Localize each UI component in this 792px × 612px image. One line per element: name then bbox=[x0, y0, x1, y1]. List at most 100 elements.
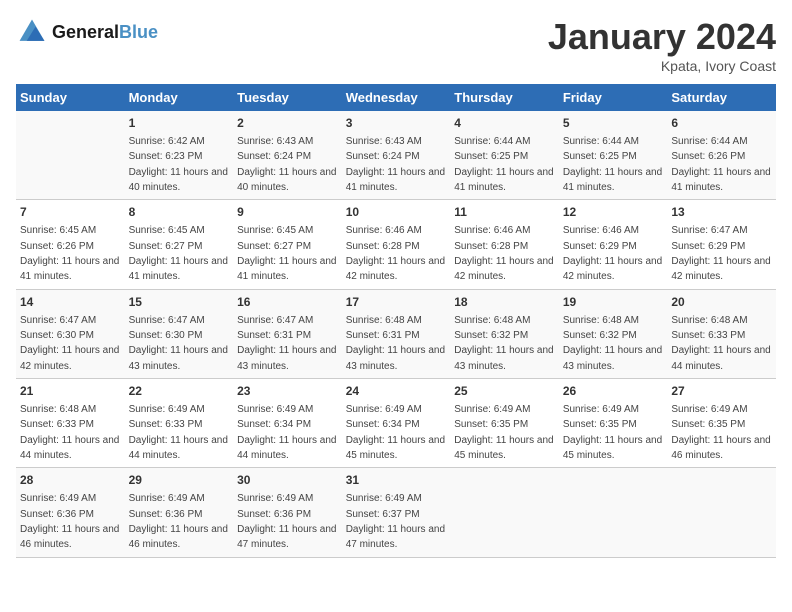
calendar-cell: 22 Sunrise: 6:49 AMSunset: 6:33 PMDaylig… bbox=[125, 379, 234, 468]
cell-info: Sunrise: 6:47 AMSunset: 6:31 PMDaylight:… bbox=[237, 315, 336, 372]
cell-info: Sunrise: 6:44 AMSunset: 6:25 PMDaylight:… bbox=[454, 136, 553, 193]
day-number: 25 bbox=[454, 383, 555, 400]
week-row-5: 28 Sunrise: 6:49 AMSunset: 6:36 PMDaylig… bbox=[16, 468, 776, 557]
cell-info: Sunrise: 6:48 AMSunset: 6:32 PMDaylight:… bbox=[563, 315, 662, 372]
day-header-sunday: Sunday bbox=[16, 84, 125, 111]
cell-info: Sunrise: 6:45 AMSunset: 6:26 PMDaylight:… bbox=[20, 225, 119, 282]
calendar-cell: 12 Sunrise: 6:46 AMSunset: 6:29 PMDaylig… bbox=[559, 200, 668, 289]
calendar-cell: 28 Sunrise: 6:49 AMSunset: 6:36 PMDaylig… bbox=[16, 468, 125, 557]
calendar-cell: 9 Sunrise: 6:45 AMSunset: 6:27 PMDayligh… bbox=[233, 200, 342, 289]
day-number: 2 bbox=[237, 115, 338, 132]
cell-info: Sunrise: 6:48 AMSunset: 6:32 PMDaylight:… bbox=[454, 315, 553, 372]
day-number: 5 bbox=[563, 115, 664, 132]
calendar-cell: 25 Sunrise: 6:49 AMSunset: 6:35 PMDaylig… bbox=[450, 379, 559, 468]
calendar-cell bbox=[450, 468, 559, 557]
day-header-thursday: Thursday bbox=[450, 84, 559, 111]
calendar-cell: 27 Sunrise: 6:49 AMSunset: 6:35 PMDaylig… bbox=[667, 379, 776, 468]
cell-info: Sunrise: 6:49 AMSunset: 6:33 PMDaylight:… bbox=[129, 404, 228, 461]
calendar-cell: 6 Sunrise: 6:44 AMSunset: 6:26 PMDayligh… bbox=[667, 111, 776, 200]
cell-info: Sunrise: 6:42 AMSunset: 6:23 PMDaylight:… bbox=[129, 136, 228, 193]
week-row-4: 21 Sunrise: 6:48 AMSunset: 6:33 PMDaylig… bbox=[16, 379, 776, 468]
calendar-cell: 7 Sunrise: 6:45 AMSunset: 6:26 PMDayligh… bbox=[16, 200, 125, 289]
cell-info: Sunrise: 6:49 AMSunset: 6:34 PMDaylight:… bbox=[237, 404, 336, 461]
cell-info: Sunrise: 6:46 AMSunset: 6:29 PMDaylight:… bbox=[563, 225, 662, 282]
cell-info: Sunrise: 6:49 AMSunset: 6:34 PMDaylight:… bbox=[346, 404, 445, 461]
cell-info: Sunrise: 6:48 AMSunset: 6:33 PMDaylight:… bbox=[671, 315, 770, 372]
calendar-cell: 3 Sunrise: 6:43 AMSunset: 6:24 PMDayligh… bbox=[342, 111, 451, 200]
cell-info: Sunrise: 6:49 AMSunset: 6:36 PMDaylight:… bbox=[20, 493, 119, 550]
cell-info: Sunrise: 6:49 AMSunset: 6:35 PMDaylight:… bbox=[563, 404, 662, 461]
calendar-cell: 2 Sunrise: 6:43 AMSunset: 6:24 PMDayligh… bbox=[233, 111, 342, 200]
calendar-cell: 18 Sunrise: 6:48 AMSunset: 6:32 PMDaylig… bbox=[450, 289, 559, 378]
day-number: 9 bbox=[237, 204, 338, 221]
logo: GeneralBlue bbox=[16, 16, 158, 48]
calendar-cell bbox=[16, 111, 125, 200]
week-row-1: 1 Sunrise: 6:42 AMSunset: 6:23 PMDayligh… bbox=[16, 111, 776, 200]
calendar-table: SundayMondayTuesdayWednesdayThursdayFrid… bbox=[16, 84, 776, 558]
calendar-cell: 8 Sunrise: 6:45 AMSunset: 6:27 PMDayligh… bbox=[125, 200, 234, 289]
calendar-cell: 15 Sunrise: 6:47 AMSunset: 6:30 PMDaylig… bbox=[125, 289, 234, 378]
cell-info: Sunrise: 6:49 AMSunset: 6:35 PMDaylight:… bbox=[454, 404, 553, 461]
cell-info: Sunrise: 6:44 AMSunset: 6:26 PMDaylight:… bbox=[671, 136, 770, 193]
calendar-cell: 30 Sunrise: 6:49 AMSunset: 6:36 PMDaylig… bbox=[233, 468, 342, 557]
day-header-friday: Friday bbox=[559, 84, 668, 111]
cell-info: Sunrise: 6:49 AMSunset: 6:36 PMDaylight:… bbox=[129, 493, 228, 550]
day-header-tuesday: Tuesday bbox=[233, 84, 342, 111]
day-number: 21 bbox=[20, 383, 121, 400]
main-title: January 2024 bbox=[548, 16, 776, 58]
day-number: 17 bbox=[346, 294, 447, 311]
day-number: 12 bbox=[563, 204, 664, 221]
day-number: 18 bbox=[454, 294, 555, 311]
day-number: 23 bbox=[237, 383, 338, 400]
day-number: 15 bbox=[129, 294, 230, 311]
day-number: 11 bbox=[454, 204, 555, 221]
day-number: 10 bbox=[346, 204, 447, 221]
calendar-cell: 29 Sunrise: 6:49 AMSunset: 6:36 PMDaylig… bbox=[125, 468, 234, 557]
day-number: 14 bbox=[20, 294, 121, 311]
day-number: 24 bbox=[346, 383, 447, 400]
week-row-2: 7 Sunrise: 6:45 AMSunset: 6:26 PMDayligh… bbox=[16, 200, 776, 289]
logo-icon bbox=[16, 16, 48, 48]
cell-info: Sunrise: 6:43 AMSunset: 6:24 PMDaylight:… bbox=[346, 136, 445, 193]
subtitle: Kpata, Ivory Coast bbox=[548, 58, 776, 74]
calendar-cell bbox=[559, 468, 668, 557]
cell-info: Sunrise: 6:48 AMSunset: 6:31 PMDaylight:… bbox=[346, 315, 445, 372]
calendar-cell: 20 Sunrise: 6:48 AMSunset: 6:33 PMDaylig… bbox=[667, 289, 776, 378]
cell-info: Sunrise: 6:44 AMSunset: 6:25 PMDaylight:… bbox=[563, 136, 662, 193]
header-row: SundayMondayTuesdayWednesdayThursdayFrid… bbox=[16, 84, 776, 111]
calendar-cell: 13 Sunrise: 6:47 AMSunset: 6:29 PMDaylig… bbox=[667, 200, 776, 289]
calendar-cell: 10 Sunrise: 6:46 AMSunset: 6:28 PMDaylig… bbox=[342, 200, 451, 289]
day-number: 29 bbox=[129, 472, 230, 489]
cell-info: Sunrise: 6:47 AMSunset: 6:30 PMDaylight:… bbox=[129, 315, 228, 372]
cell-info: Sunrise: 6:47 AMSunset: 6:29 PMDaylight:… bbox=[671, 225, 770, 282]
day-number: 1 bbox=[129, 115, 230, 132]
calendar-cell: 31 Sunrise: 6:49 AMSunset: 6:37 PMDaylig… bbox=[342, 468, 451, 557]
day-number: 26 bbox=[563, 383, 664, 400]
day-number: 31 bbox=[346, 472, 447, 489]
cell-info: Sunrise: 6:45 AMSunset: 6:27 PMDaylight:… bbox=[237, 225, 336, 282]
day-number: 3 bbox=[346, 115, 447, 132]
calendar-cell: 21 Sunrise: 6:48 AMSunset: 6:33 PMDaylig… bbox=[16, 379, 125, 468]
cell-info: Sunrise: 6:45 AMSunset: 6:27 PMDaylight:… bbox=[129, 225, 228, 282]
calendar-cell: 17 Sunrise: 6:48 AMSunset: 6:31 PMDaylig… bbox=[342, 289, 451, 378]
day-header-wednesday: Wednesday bbox=[342, 84, 451, 111]
calendar-cell: 23 Sunrise: 6:49 AMSunset: 6:34 PMDaylig… bbox=[233, 379, 342, 468]
day-number: 8 bbox=[129, 204, 230, 221]
day-number: 13 bbox=[671, 204, 772, 221]
logo-text: GeneralBlue bbox=[52, 22, 158, 43]
day-number: 4 bbox=[454, 115, 555, 132]
day-number: 7 bbox=[20, 204, 121, 221]
title-block: January 2024 Kpata, Ivory Coast bbox=[548, 16, 776, 74]
day-number: 20 bbox=[671, 294, 772, 311]
cell-info: Sunrise: 6:49 AMSunset: 6:35 PMDaylight:… bbox=[671, 404, 770, 461]
cell-info: Sunrise: 6:49 AMSunset: 6:37 PMDaylight:… bbox=[346, 493, 445, 550]
day-header-monday: Monday bbox=[125, 84, 234, 111]
calendar-cell: 19 Sunrise: 6:48 AMSunset: 6:32 PMDaylig… bbox=[559, 289, 668, 378]
cell-info: Sunrise: 6:49 AMSunset: 6:36 PMDaylight:… bbox=[237, 493, 336, 550]
cell-info: Sunrise: 6:43 AMSunset: 6:24 PMDaylight:… bbox=[237, 136, 336, 193]
day-number: 16 bbox=[237, 294, 338, 311]
cell-info: Sunrise: 6:46 AMSunset: 6:28 PMDaylight:… bbox=[346, 225, 445, 282]
page-header: GeneralBlue January 2024 Kpata, Ivory Co… bbox=[16, 16, 776, 74]
calendar-cell: 14 Sunrise: 6:47 AMSunset: 6:30 PMDaylig… bbox=[16, 289, 125, 378]
calendar-cell: 26 Sunrise: 6:49 AMSunset: 6:35 PMDaylig… bbox=[559, 379, 668, 468]
